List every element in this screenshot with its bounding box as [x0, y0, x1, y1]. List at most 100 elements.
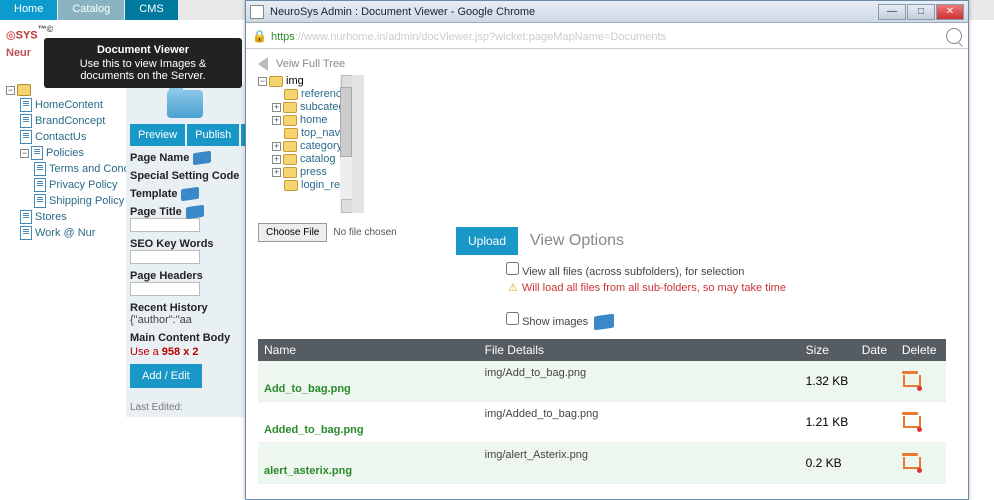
edit-icon[interactable] — [181, 187, 199, 202]
tree-item[interactable]: Terms and Conditions — [34, 162, 118, 176]
scroll-thumb[interactable] — [340, 87, 352, 157]
view-options-heading: View Options — [530, 232, 624, 250]
lbl-recent: Recent History — [130, 302, 240, 314]
expander-icon[interactable]: − — [20, 149, 29, 158]
add-edit-button[interactable]: Add / Edit — [130, 364, 202, 388]
file-size: 1.21 KB — [800, 402, 856, 443]
folder-icon — [283, 167, 297, 178]
viewall-checkbox[interactable] — [506, 262, 519, 275]
th-date[interactable]: Date — [856, 339, 896, 361]
file-icon — [34, 178, 46, 192]
delete-icon[interactable] — [902, 371, 920, 389]
file-icon — [20, 130, 32, 144]
minimize-button[interactable]: — — [878, 4, 906, 20]
tree-item[interactable]: Work @ Nur — [20, 226, 118, 240]
tree-item[interactable]: Privacy Policy — [34, 178, 118, 192]
file-link[interactable]: alert_asterix.png — [264, 465, 352, 477]
edit-icon[interactable] — [193, 151, 211, 166]
tree-item[interactable]: ContactUs — [20, 130, 118, 144]
folder-item[interactable]: +subcategory — [272, 101, 348, 113]
folder-icon — [269, 76, 283, 87]
folder-root[interactable]: img — [286, 75, 304, 87]
close-button[interactable]: ✕ — [936, 4, 964, 20]
search-icon[interactable] — [946, 28, 962, 44]
folder-tree: −img reference+subcategory+hometop_nav+c… — [258, 75, 364, 213]
th-delete[interactable]: Delete — [896, 339, 946, 361]
folder-item[interactable]: +home — [272, 114, 348, 126]
last-edited: Last Edited: — [130, 402, 240, 413]
folder-item[interactable]: +catalog — [272, 153, 348, 165]
lbl-pagetitle: Page Title — [130, 206, 240, 218]
expander-icon[interactable]: + — [272, 155, 281, 164]
lbl-seo: SEO Key Words — [130, 238, 240, 250]
folder-item[interactable]: +category — [272, 140, 348, 152]
docs-folder-icon[interactable] — [167, 90, 203, 118]
file-path: img/Added_to_bag.png — [485, 408, 794, 420]
file-icon — [20, 114, 32, 128]
table-row: Added_to_bag.png img/Added_to_bag.png 1.21… — [258, 402, 946, 443]
nofile-label: No file chosen — [333, 227, 396, 238]
tree-item[interactable]: Shipping Policy — [34, 194, 118, 208]
file-size: 0.2 KB — [800, 443, 856, 484]
nav-catalog[interactable]: Catalog — [58, 0, 124, 20]
file-path: img/Add_to_bag.png — [485, 367, 794, 379]
folder-icon — [284, 89, 298, 100]
fulltree-label[interactable]: Veiw Full Tree — [276, 58, 345, 70]
tooltip-docviewer: Document Viewer Use this to view Images … — [44, 38, 242, 88]
folder-item[interactable]: reference — [272, 88, 348, 100]
pagetitle-input[interactable] — [130, 218, 200, 232]
folder-icon — [284, 128, 298, 139]
file-link[interactable]: Added_to_bag.png — [264, 424, 364, 436]
seo-input[interactable] — [130, 250, 200, 264]
folder-item[interactable]: top_nav — [272, 127, 348, 139]
size-hint: Use a 958 x 2 — [130, 346, 240, 358]
nav-cms[interactable]: CMS — [125, 0, 177, 20]
delete-icon[interactable] — [902, 412, 920, 430]
opt-showimages[interactable]: Show images — [506, 312, 786, 329]
edit-icon[interactable] — [186, 205, 204, 220]
lbl-template: Template — [130, 188, 240, 200]
th-size[interactable]: Size — [800, 339, 856, 361]
file-icon — [34, 194, 46, 208]
pagehdr-input[interactable] — [130, 282, 200, 296]
address-bar[interactable]: 🔒 https://www.nurhome.in/admin/docViewer… — [246, 23, 968, 49]
delete-icon[interactable] — [902, 453, 920, 471]
choose-file-button[interactable]: Choose File — [258, 223, 327, 242]
expander-icon[interactable]: − — [6, 86, 15, 95]
file-icon — [31, 146, 43, 160]
scrollbar[interactable] — [340, 75, 352, 213]
table-row: alert_asterix.pngimg/alert_Asterix.png0.… — [258, 443, 946, 484]
expander-icon[interactable]: + — [272, 168, 281, 177]
warning-icon: ⚠ — [508, 282, 518, 294]
tree-item[interactable]: BrandConcept — [20, 114, 118, 128]
publish-button[interactable]: Publish — [187, 124, 239, 146]
folder-item[interactable]: login_reg — [272, 179, 348, 191]
tree-item-policies[interactable]: −Policies Terms and Conditions Privacy P… — [20, 146, 118, 208]
upload-button[interactable]: Upload — [456, 227, 518, 255]
opt-viewall[interactable]: View all files (across subfolders), for … — [506, 262, 786, 278]
back-arrow-icon[interactable] — [258, 57, 268, 71]
expander-icon[interactable]: − — [258, 77, 267, 86]
folder-icon — [283, 154, 297, 165]
file-size: 1.32 KB — [800, 361, 856, 402]
expander-icon[interactable]: + — [272, 116, 281, 125]
preview-button[interactable]: Preview — [130, 124, 185, 146]
expander-icon[interactable]: + — [272, 142, 281, 151]
lock-icon: 🔒 — [252, 29, 267, 43]
maximize-button[interactable]: □ — [907, 4, 935, 20]
folder-item[interactable]: +press — [272, 166, 348, 178]
nav-home[interactable]: Home — [0, 0, 57, 20]
file-link[interactable]: Add_to_bag.png — [264, 383, 351, 395]
th-details[interactable]: File Details — [479, 339, 800, 361]
showimages-checkbox[interactable] — [506, 312, 519, 325]
lbl-pagehdr: Page Headers — [130, 270, 240, 282]
tree-item[interactable]: HomeContent — [20, 98, 118, 112]
th-name[interactable]: Name — [258, 339, 479, 361]
expander-icon[interactable]: + — [272, 103, 281, 112]
file-icon — [20, 226, 32, 240]
chrome-titlebar[interactable]: NeuroSys Admin : Document Viewer - Googl… — [246, 1, 968, 23]
folder-icon — [283, 102, 297, 113]
lbl-spcode: Special Setting Code — [130, 170, 240, 182]
tree-item[interactable]: Stores — [20, 210, 118, 224]
file-icon — [20, 210, 32, 224]
